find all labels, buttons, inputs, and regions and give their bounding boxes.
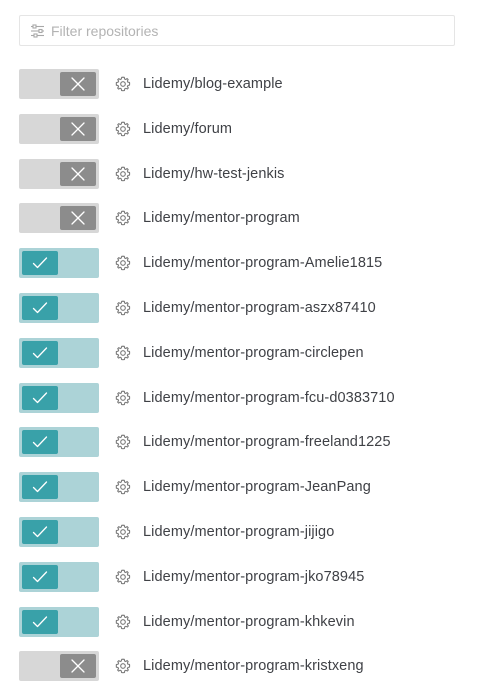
toggle-knob [60,116,96,141]
toggle-knob [22,519,58,544]
toggle-knob [60,654,96,679]
x-icon [71,166,85,181]
repository-name[interactable]: Lidemy/forum [143,121,232,137]
gear-icon[interactable] [114,568,132,586]
repository-toggle-on[interactable] [19,427,99,458]
filter-repositories-input[interactable] [51,22,431,39]
repository-name[interactable]: Lidemy/mentor-program-aszx87410 [143,300,376,316]
repository-row: Lidemy/forum [19,113,469,144]
repository-toggle-off[interactable] [19,113,99,144]
repository-toggle-off[interactable] [19,158,99,189]
gear-icon[interactable] [114,120,132,138]
repository-name[interactable]: Lidemy/mentor-program-Amelie1815 [143,255,382,271]
repository-toggle-on[interactable] [19,292,99,323]
toggle-knob [22,430,58,455]
gear-icon[interactable] [114,523,132,541]
repository-toggle-on[interactable] [19,248,99,279]
gear-icon[interactable] [114,75,132,93]
repository-row: Lidemy/blog-example [19,69,469,99]
toggle-knob [22,295,58,320]
repository-toggle-on[interactable] [19,472,99,503]
repository-name[interactable]: Lidemy/mentor-program-jijigo [143,524,334,540]
repository-toggle-on[interactable] [19,561,99,592]
check-icon [32,526,48,538]
repository-name[interactable]: Lidemy/mentor-program-JeanPang [143,479,371,495]
toggle-knob [22,609,58,634]
repository-toggle-on[interactable] [19,606,99,637]
check-icon [32,571,48,582]
repository-name[interactable]: Lidemy/mentor-program [143,210,300,226]
repository-row: Lidemy/mentor-program-fcu-d0383710 [19,382,469,413]
repository-row: Lidemy/mentor-program-freeland1225 [19,427,469,458]
toggle-knob [60,206,96,231]
gear-icon[interactable] [114,165,132,183]
check-icon [32,436,48,448]
gear-icon[interactable] [114,344,132,362]
repository-row: Lidemy/mentor-program-circlepen [19,337,469,368]
check-icon [32,302,48,314]
repository-name[interactable]: Lidemy/mentor-program-jko78945 [143,569,364,585]
repository-list: Lidemy/blog-example Lidemy/forum Lidemy/… [19,69,469,696]
repository-toggle-on[interactable] [19,337,99,368]
x-icon [71,211,85,226]
repository-row: Lidemy/mentor-program-jko78945 [19,561,469,592]
repository-toggle-off[interactable] [19,651,99,682]
repository-toggle-on[interactable] [19,516,99,547]
check-icon [32,391,48,403]
toggle-knob [60,72,96,96]
toggle-knob [22,251,58,276]
repository-row: Lidemy/mentor-program-khkevin [19,606,469,637]
toggle-knob [60,161,96,186]
repository-row: Lidemy/mentor-program [19,203,469,234]
check-icon [32,481,48,493]
check-icon [32,347,48,358]
x-icon [71,659,85,674]
repository-toggle-off[interactable] [19,203,99,234]
repository-toggle-off[interactable] [19,69,99,99]
toggle-knob [22,564,58,589]
check-icon [32,257,48,269]
x-icon [71,77,85,91]
repository-row: Lidemy/mentor-program-kristxeng [19,651,469,682]
repository-name[interactable]: Lidemy/mentor-program-kristxeng [143,658,364,674]
toggle-knob [22,340,58,365]
gear-icon[interactable] [114,613,132,631]
gear-icon[interactable] [114,478,132,496]
check-icon [32,615,48,627]
gear-icon[interactable] [114,254,132,272]
repository-name[interactable]: Lidemy/blog-example [143,76,283,92]
gear-icon[interactable] [114,209,132,227]
filter-repositories-box[interactable] [19,15,455,46]
toggle-knob [22,385,58,410]
gear-icon[interactable] [114,389,132,407]
repository-name[interactable]: Lidemy/mentor-program-freeland1225 [143,434,391,450]
gear-icon[interactable] [114,299,132,317]
repository-name[interactable]: Lidemy/hw-test-jenkis [143,166,285,182]
repository-name[interactable]: Lidemy/mentor-program-circlepen [143,345,364,361]
repository-toggle-on[interactable] [19,382,99,413]
repository-row: Lidemy/mentor-program-JeanPang [19,472,469,503]
sliders-icon [29,23,45,39]
x-icon [71,122,85,136]
repository-row: Lidemy/mentor-program-jijigo [19,516,469,547]
gear-icon[interactable] [114,433,132,451]
repository-name[interactable]: Lidemy/mentor-program-fcu-d0383710 [143,390,395,406]
repository-name[interactable]: Lidemy/mentor-program-khkevin [143,614,355,630]
repository-row: Lidemy/hw-test-jenkis [19,158,469,189]
repository-row: Lidemy/mentor-program-aszx87410 [19,292,469,323]
gear-icon[interactable] [114,657,132,675]
toggle-knob [22,475,58,500]
repository-row: Lidemy/mentor-program-Amelie1815 [19,248,469,279]
